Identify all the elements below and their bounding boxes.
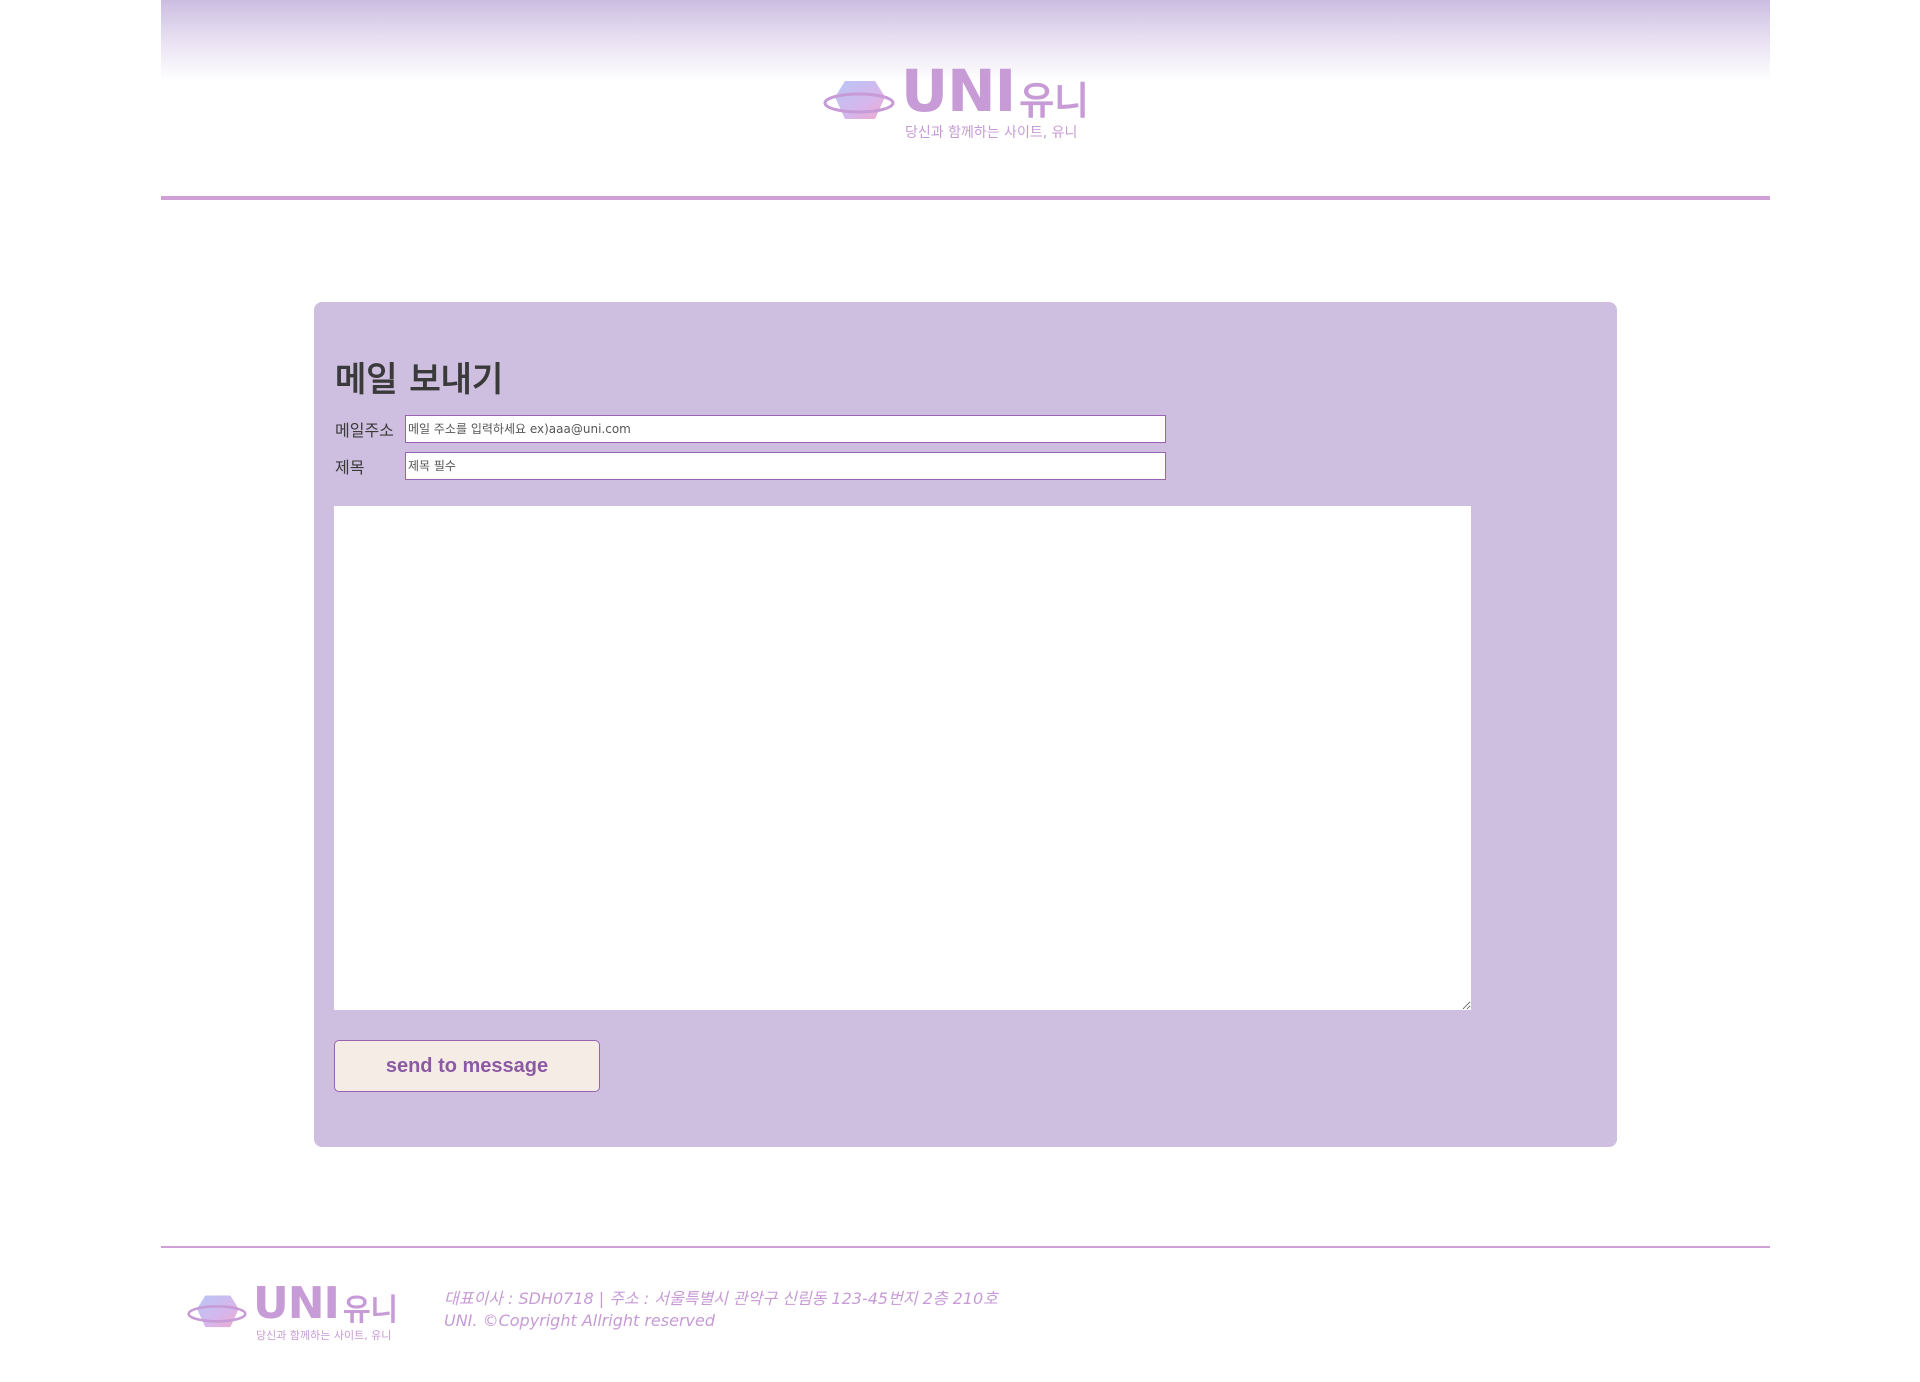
site-footer: UNI 유니 당신과 함께하는 사이트, 유니 대표이사 : SDH0718 |… (161, 1246, 1770, 1382)
email-field[interactable] (405, 415, 1166, 443)
footer-logo[interactable]: UNI 유니 당신과 함께하는 사이트, 유니 (187, 1282, 398, 1343)
logo-korean-text: 유니 (342, 1293, 399, 1328)
message-textarea[interactable] (334, 506, 1471, 1010)
logo-uni-text: UNI (253, 1278, 340, 1329)
header-divider (161, 196, 1770, 200)
page-title: 메일 보내기 (335, 360, 504, 400)
logo-tagline: 당신과 함께하는 사이트, 유니 (905, 125, 1078, 141)
email-row: 메일주소 (335, 415, 1166, 443)
subject-row: 제목 (335, 452, 1166, 480)
site-header: UNI 유니 당신과 함께하는 사이트, 유니 (161, 0, 1770, 200)
company-info-text: 대표이사 : SDH0718 | 주소 : 서울특별시 관악구 신림동 123-… (444, 1289, 998, 1308)
subject-field[interactable] (405, 452, 1166, 480)
planet-logo-icon (187, 1295, 247, 1327)
logo-tagline: 당신과 함께하는 사이트, 유니 (256, 1329, 392, 1342)
subject-label: 제목 (335, 458, 365, 477)
mail-form-panel: 메일 보내기 메일주소 제목 send to message (314, 302, 1617, 1147)
page: UNI 유니 당신과 함께하는 사이트, 유니 메일 보내기 메일주소 제목 s… (0, 0, 1920, 1382)
email-label: 메일주소 (335, 421, 394, 440)
logo-uni-text: UNI (901, 57, 1016, 125)
logo-korean-text: 유니 (1019, 79, 1090, 123)
footer-info: 대표이사 : SDH0718 | 주소 : 서울특별시 관악구 신림동 123-… (444, 1288, 998, 1332)
planet-logo-icon (823, 81, 895, 119)
footer-divider (161, 1246, 1770, 1248)
header-logo[interactable]: UNI 유니 당신과 함께하는 사이트, 유니 (823, 62, 1089, 142)
send-button[interactable]: send to message (334, 1040, 600, 1092)
copyright-text: UNI. ©Copyright Allright reserved (444, 1311, 715, 1330)
